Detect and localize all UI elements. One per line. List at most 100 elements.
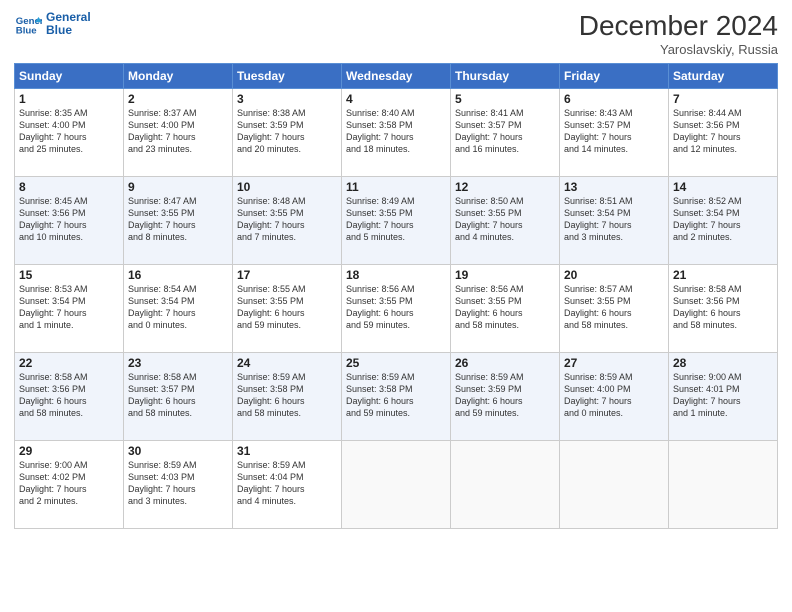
day-cell: 15Sunrise: 8:53 AMSunset: 3:54 PMDayligh… <box>15 265 124 353</box>
col-header-sunday: Sunday <box>15 64 124 89</box>
day-number: 26 <box>455 356 555 370</box>
day-cell: 21Sunrise: 8:58 AMSunset: 3:56 PMDayligh… <box>669 265 778 353</box>
day-details: Sunrise: 8:59 AMSunset: 4:00 PMDaylight:… <box>564 371 664 420</box>
day-cell: 8Sunrise: 8:45 AMSunset: 3:56 PMDaylight… <box>15 177 124 265</box>
week-row-4: 22Sunrise: 8:58 AMSunset: 3:56 PMDayligh… <box>15 353 778 441</box>
header-row: SundayMondayTuesdayWednesdayThursdayFrid… <box>15 64 778 89</box>
day-cell: 13Sunrise: 8:51 AMSunset: 3:54 PMDayligh… <box>560 177 669 265</box>
day-cell: 26Sunrise: 8:59 AMSunset: 3:59 PMDayligh… <box>451 353 560 441</box>
logo: General Blue General Blue <box>14 10 91 38</box>
calendar-container: General Blue General Blue December 2024 … <box>0 0 792 612</box>
day-number: 14 <box>673 180 773 194</box>
day-number: 10 <box>237 180 337 194</box>
logo-line2: Blue <box>46 24 91 37</box>
day-cell: 1Sunrise: 8:35 AMSunset: 4:00 PMDaylight… <box>15 89 124 177</box>
week-row-1: 1Sunrise: 8:35 AMSunset: 4:00 PMDaylight… <box>15 89 778 177</box>
day-details: Sunrise: 8:47 AMSunset: 3:55 PMDaylight:… <box>128 195 228 244</box>
day-cell: 18Sunrise: 8:56 AMSunset: 3:55 PMDayligh… <box>342 265 451 353</box>
header: General Blue General Blue December 2024 … <box>14 10 778 57</box>
logo-text: General Blue <box>46 11 91 37</box>
day-cell: 11Sunrise: 8:49 AMSunset: 3:55 PMDayligh… <box>342 177 451 265</box>
day-number: 23 <box>128 356 228 370</box>
day-cell: 23Sunrise: 8:58 AMSunset: 3:57 PMDayligh… <box>124 353 233 441</box>
day-cell: 25Sunrise: 8:59 AMSunset: 3:58 PMDayligh… <box>342 353 451 441</box>
col-header-tuesday: Tuesday <box>233 64 342 89</box>
day-details: Sunrise: 8:53 AMSunset: 3:54 PMDaylight:… <box>19 283 119 332</box>
day-details: Sunrise: 8:57 AMSunset: 3:55 PMDaylight:… <box>564 283 664 332</box>
day-cell: 9Sunrise: 8:47 AMSunset: 3:55 PMDaylight… <box>124 177 233 265</box>
day-details: Sunrise: 8:59 AMSunset: 4:04 PMDaylight:… <box>237 459 337 508</box>
day-details: Sunrise: 8:45 AMSunset: 3:56 PMDaylight:… <box>19 195 119 244</box>
day-details: Sunrise: 8:59 AMSunset: 3:58 PMDaylight:… <box>346 371 446 420</box>
day-details: Sunrise: 9:00 AMSunset: 4:02 PMDaylight:… <box>19 459 119 508</box>
day-number: 30 <box>128 444 228 458</box>
day-number: 18 <box>346 268 446 282</box>
col-header-wednesday: Wednesday <box>342 64 451 89</box>
day-number: 4 <box>346 92 446 106</box>
day-cell <box>451 441 560 529</box>
location: Yaroslavskiy, Russia <box>579 42 778 57</box>
day-details: Sunrise: 8:51 AMSunset: 3:54 PMDaylight:… <box>564 195 664 244</box>
day-details: Sunrise: 9:00 AMSunset: 4:01 PMDaylight:… <box>673 371 773 420</box>
week-row-3: 15Sunrise: 8:53 AMSunset: 3:54 PMDayligh… <box>15 265 778 353</box>
day-cell <box>560 441 669 529</box>
day-number: 3 <box>237 92 337 106</box>
day-cell: 7Sunrise: 8:44 AMSunset: 3:56 PMDaylight… <box>669 89 778 177</box>
day-number: 28 <box>673 356 773 370</box>
day-number: 1 <box>19 92 119 106</box>
day-cell: 10Sunrise: 8:48 AMSunset: 3:55 PMDayligh… <box>233 177 342 265</box>
day-cell: 19Sunrise: 8:56 AMSunset: 3:55 PMDayligh… <box>451 265 560 353</box>
col-header-monday: Monday <box>124 64 233 89</box>
day-number: 2 <box>128 92 228 106</box>
day-cell <box>669 441 778 529</box>
day-details: Sunrise: 8:58 AMSunset: 3:57 PMDaylight:… <box>128 371 228 420</box>
day-number: 17 <box>237 268 337 282</box>
day-details: Sunrise: 8:59 AMSunset: 3:58 PMDaylight:… <box>237 371 337 420</box>
day-details: Sunrise: 8:52 AMSunset: 3:54 PMDaylight:… <box>673 195 773 244</box>
title-block: December 2024 Yaroslavskiy, Russia <box>579 10 778 57</box>
day-cell: 27Sunrise: 8:59 AMSunset: 4:00 PMDayligh… <box>560 353 669 441</box>
day-number: 9 <box>128 180 228 194</box>
col-header-thursday: Thursday <box>451 64 560 89</box>
logo-icon: General Blue <box>14 10 42 38</box>
day-cell: 24Sunrise: 8:59 AMSunset: 3:58 PMDayligh… <box>233 353 342 441</box>
day-number: 15 <box>19 268 119 282</box>
day-details: Sunrise: 8:44 AMSunset: 3:56 PMDaylight:… <box>673 107 773 156</box>
svg-text:Blue: Blue <box>16 26 37 37</box>
day-number: 16 <box>128 268 228 282</box>
day-details: Sunrise: 8:54 AMSunset: 3:54 PMDaylight:… <box>128 283 228 332</box>
day-details: Sunrise: 8:38 AMSunset: 3:59 PMDaylight:… <box>237 107 337 156</box>
day-details: Sunrise: 8:35 AMSunset: 4:00 PMDaylight:… <box>19 107 119 156</box>
day-details: Sunrise: 8:59 AMSunset: 4:03 PMDaylight:… <box>128 459 228 508</box>
day-number: 22 <box>19 356 119 370</box>
month-title: December 2024 <box>579 10 778 42</box>
day-cell: 2Sunrise: 8:37 AMSunset: 4:00 PMDaylight… <box>124 89 233 177</box>
day-number: 25 <box>346 356 446 370</box>
day-number: 27 <box>564 356 664 370</box>
day-cell: 4Sunrise: 8:40 AMSunset: 3:58 PMDaylight… <box>342 89 451 177</box>
day-number: 7 <box>673 92 773 106</box>
week-row-2: 8Sunrise: 8:45 AMSunset: 3:56 PMDaylight… <box>15 177 778 265</box>
day-cell: 20Sunrise: 8:57 AMSunset: 3:55 PMDayligh… <box>560 265 669 353</box>
day-number: 31 <box>237 444 337 458</box>
day-cell: 28Sunrise: 9:00 AMSunset: 4:01 PMDayligh… <box>669 353 778 441</box>
day-cell <box>342 441 451 529</box>
day-details: Sunrise: 8:55 AMSunset: 3:55 PMDaylight:… <box>237 283 337 332</box>
day-cell: 29Sunrise: 9:00 AMSunset: 4:02 PMDayligh… <box>15 441 124 529</box>
day-details: Sunrise: 8:58 AMSunset: 3:56 PMDaylight:… <box>19 371 119 420</box>
day-number: 24 <box>237 356 337 370</box>
day-number: 11 <box>346 180 446 194</box>
day-number: 5 <box>455 92 555 106</box>
day-cell: 16Sunrise: 8:54 AMSunset: 3:54 PMDayligh… <box>124 265 233 353</box>
day-details: Sunrise: 8:59 AMSunset: 3:59 PMDaylight:… <box>455 371 555 420</box>
day-cell: 6Sunrise: 8:43 AMSunset: 3:57 PMDaylight… <box>560 89 669 177</box>
day-number: 13 <box>564 180 664 194</box>
day-details: Sunrise: 8:37 AMSunset: 4:00 PMDaylight:… <box>128 107 228 156</box>
day-details: Sunrise: 8:58 AMSunset: 3:56 PMDaylight:… <box>673 283 773 332</box>
day-cell: 12Sunrise: 8:50 AMSunset: 3:55 PMDayligh… <box>451 177 560 265</box>
day-cell: 31Sunrise: 8:59 AMSunset: 4:04 PMDayligh… <box>233 441 342 529</box>
day-cell: 30Sunrise: 8:59 AMSunset: 4:03 PMDayligh… <box>124 441 233 529</box>
day-number: 19 <box>455 268 555 282</box>
day-number: 21 <box>673 268 773 282</box>
day-cell: 5Sunrise: 8:41 AMSunset: 3:57 PMDaylight… <box>451 89 560 177</box>
